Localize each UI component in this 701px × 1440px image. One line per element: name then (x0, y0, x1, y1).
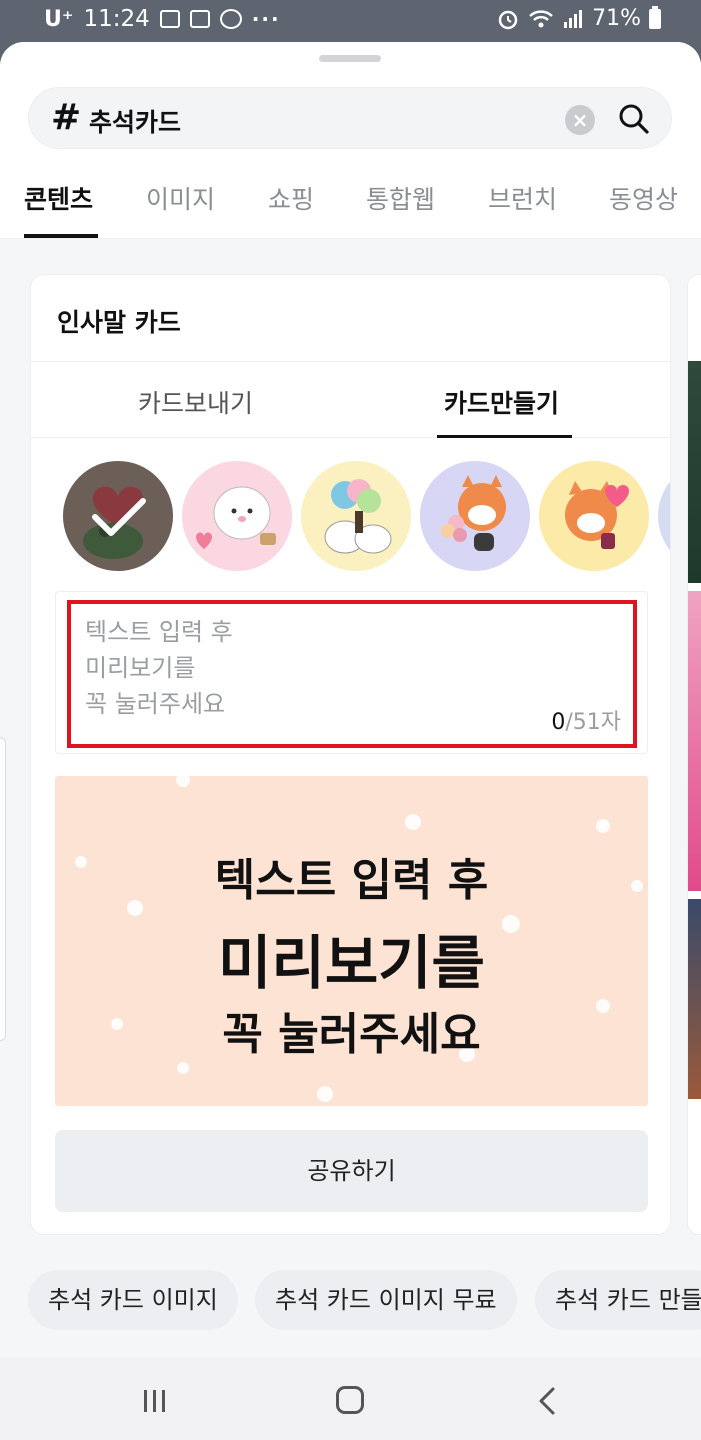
sticker-picker (63, 461, 670, 573)
card-title: 인사말 카드 (57, 308, 181, 337)
system-nav-bar (0, 1358, 701, 1440)
previous-card-peek[interactable] (0, 737, 6, 1041)
sticker-red-panda-bouquet[interactable] (420, 461, 530, 571)
character-counter: 0/51자 (551, 704, 621, 736)
related-search-chip-1[interactable]: 추석 카드 이미지 (28, 1270, 238, 1330)
app-notification-icon (219, 9, 242, 29)
next-card-peek[interactable] (687, 274, 701, 1235)
sticker-green-frog-heart[interactable] (63, 461, 173, 571)
gallery-notification-icon (159, 10, 180, 28)
more-notifications-icon: ··· (251, 7, 281, 31)
sheet-header: # 추석카드 × 콘텐츠 이미지 쇼핑 통합웹 브런치 동영상 (0, 42, 701, 239)
share-button[interactable]: 공유하기 (55, 1130, 648, 1212)
tab-shopping[interactable]: 쇼핑 (268, 180, 314, 216)
search-query-text[interactable]: 추석카드 (89, 103, 181, 139)
home-icon[interactable] (336, 1386, 364, 1414)
tab-send-card[interactable]: 카드보내기 (138, 384, 253, 420)
status-bar: U⁺ 11:24 ··· 71% (0, 0, 701, 42)
signal-icon (564, 9, 583, 28)
message-input-box[interactable]: 텍스트 입력 후 미리보기를 꼭 눌러주세요 0/51자 (55, 591, 648, 754)
wifi-icon (529, 9, 553, 27)
bouquet-birds-illustration (324, 479, 392, 554)
tab-web[interactable]: 통합웹 (366, 180, 435, 216)
preview-line-2: 미리보기를 (218, 929, 485, 997)
tab-make-card[interactable]: 카드만들기 (444, 384, 559, 420)
card-preview: 텍스트 입력 후 미리보기를 꼭 눌러주세요 (55, 776, 648, 1106)
character-count-current: 0 (551, 710, 566, 735)
tab-contents[interactable]: 콘텐츠 (24, 180, 93, 216)
tab-images[interactable]: 이미지 (146, 180, 215, 216)
peek-image-2 (688, 591, 701, 891)
sticker-red-panda-heart[interactable] (539, 461, 649, 571)
carrier-label: U⁺ (44, 6, 74, 32)
bottom-sheet: # 추석카드 × 콘텐츠 이미지 쇼핑 통합웹 브런치 동영상 인사말 카드 카… (0, 42, 701, 1358)
peek-image-1 (688, 361, 701, 583)
red-panda-heart-illustration (565, 481, 629, 549)
red-panda-bouquet-illustration (441, 475, 506, 551)
battery-percent: 71% (592, 6, 641, 31)
hashtag-icon: # (51, 97, 82, 138)
search-icon[interactable] (617, 102, 651, 136)
battery-icon (649, 5, 661, 29)
placeholder-line-3: 꼭 눌러주세요 (85, 690, 226, 718)
active-inner-tab-indicator (437, 435, 572, 438)
preview-line-1: 텍스트 입력 후 (214, 855, 489, 906)
check-icon (92, 498, 146, 536)
sheet-drag-handle[interactable] (319, 55, 381, 62)
tab-brunch[interactable]: 브런치 (488, 180, 557, 216)
card-mode-tabs: 카드보내기 카드만들기 (31, 362, 670, 438)
tab-video[interactable]: 동영상 (609, 180, 678, 216)
clear-icon[interactable]: × (565, 105, 595, 135)
recents-icon[interactable] (142, 1388, 168, 1414)
peek-image-3 (688, 899, 701, 1099)
greeting-card-widget: 인사말 카드 카드보내기 카드만들기 텍스트 입력 후 미리보기를 꼭 눌러주세… (30, 274, 671, 1235)
alarm-icon (498, 10, 518, 29)
sticker-white-mochi[interactable] (182, 461, 292, 571)
related-search-chip-2[interactable]: 추석 카드 이미지 무료 (255, 1270, 517, 1330)
mochi-illustration (196, 486, 276, 549)
clock: 11:24 (83, 6, 150, 32)
placeholder-line-1: 텍스트 입력 후 (85, 618, 233, 646)
highlighted-input-area[interactable]: 텍스트 입력 후 미리보기를 꼭 눌러주세요 0/51자 (67, 600, 637, 748)
back-icon[interactable] (535, 1386, 559, 1416)
sticker-more[interactable] (658, 461, 670, 571)
search-bar[interactable]: # 추석카드 × (28, 87, 672, 149)
voicemail-notification-icon (189, 10, 210, 28)
sticker-bouquet-birds[interactable] (301, 461, 411, 571)
search-tabs: 콘텐츠 이미지 쇼핑 통합웹 브런치 동영상 (0, 170, 701, 239)
active-tab-indicator (24, 234, 98, 238)
placeholder-line-2: 미리보기를 (85, 654, 196, 682)
character-count-max: /51자 (565, 710, 621, 735)
related-search-chip-3[interactable]: 추석 카드 만들 (535, 1270, 701, 1330)
preview-line-3: 꼭 눌러주세요 (222, 1009, 481, 1060)
